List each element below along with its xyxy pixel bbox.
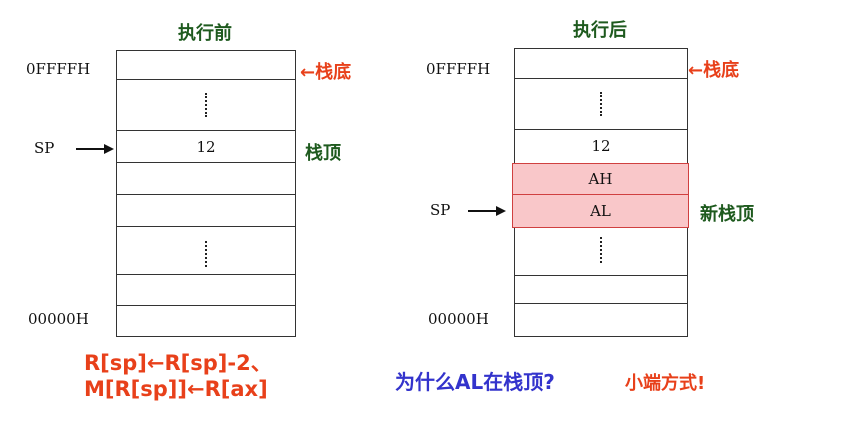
left-ellipsis-top <box>205 93 207 117</box>
left-stack-divider <box>117 130 295 131</box>
left-title: 执行前 <box>178 23 232 44</box>
left-stack-divider <box>117 226 295 227</box>
formula-line-1: R[sp]←R[sp]-2、 <box>84 351 272 375</box>
right-sp-arrow-line <box>468 210 498 212</box>
right-bottom-address: 00000H <box>428 310 489 328</box>
right-new-stack-top-label: 新栈顶 <box>700 204 754 225</box>
left-top-address: 0FFFFH <box>26 60 91 78</box>
right-stack-divider <box>515 78 687 79</box>
left-bottom-address: 00000H <box>28 310 89 328</box>
left-stack: 12 <box>116 50 296 337</box>
left-stack-divider <box>117 194 295 195</box>
left-cell-12: 12 <box>196 138 216 156</box>
left-ellipsis-bottom <box>205 241 207 267</box>
right-stack-divider <box>515 129 687 130</box>
right-ah-label: AH <box>588 170 613 188</box>
right-stack-bottom-label: ←栈底 <box>688 60 740 81</box>
left-stack-divider <box>117 162 295 163</box>
left-stack-divider <box>117 305 295 306</box>
right-ellipsis-top <box>600 92 602 116</box>
right-stack-divider <box>515 275 687 276</box>
right-top-address: 0FFFFH <box>426 60 491 78</box>
formula-line-2: M[R[sp]]←R[ax] <box>84 377 268 401</box>
right-stack-divider <box>515 303 687 304</box>
right-ah-cell: AH <box>512 163 689 196</box>
right-title: 执行后 <box>573 20 627 41</box>
left-stack-top-label: 栈顶 <box>305 143 341 164</box>
question-text: 为什么AL在栈顶? <box>395 370 555 394</box>
right-ellipsis-bottom <box>600 237 602 263</box>
right-al-label: AL <box>590 202 611 220</box>
left-sp-arrow-line <box>76 148 106 150</box>
right-al-cell: AL <box>512 194 689 228</box>
right-sp-label: SP <box>430 201 451 219</box>
left-sp-arrow-icon <box>104 144 114 154</box>
left-sp-label: SP <box>34 139 55 157</box>
left-stack-divider <box>117 79 295 80</box>
right-cell-12: 12 <box>591 137 611 155</box>
answer-text: 小端方式! <box>625 373 706 394</box>
right-sp-arrow-icon <box>496 206 506 216</box>
left-stack-divider <box>117 274 295 275</box>
left-stack-bottom-label: ←栈底 <box>300 62 352 83</box>
